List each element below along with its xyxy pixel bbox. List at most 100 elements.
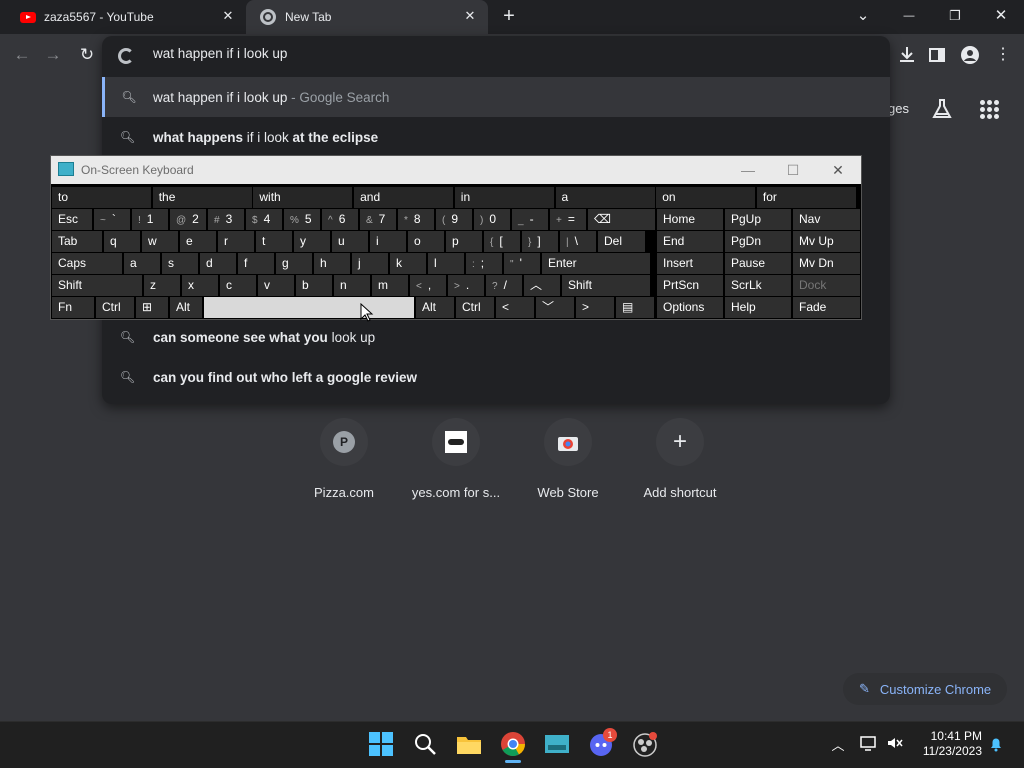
suggestion-item[interactable]: 🔍︎ can someone see what you look up — [102, 317, 890, 357]
osk-key[interactable]: Enter — [542, 253, 650, 274]
osk-key[interactable]: c — [220, 275, 256, 296]
osk-minimize-button[interactable]: — — [733, 158, 763, 182]
notification-bell-icon[interactable] — [988, 736, 1004, 752]
suggestion-item[interactable]: 🔍︎ wat happen if i look up - Google Sear… — [102, 77, 890, 117]
osk-key[interactable]: ? / — [486, 275, 522, 296]
menu-kebab-icon[interactable]: ⋮ — [990, 42, 1016, 68]
osk-key[interactable]: " ' — [504, 253, 540, 274]
osk-key[interactable]: ︿ — [524, 275, 560, 296]
tab-youtube[interactable]: zaza5567 - YouTube ✕ — [0, 0, 246, 34]
minimize-button[interactable]: — — [895, 4, 923, 28]
osk-key[interactable]: ⌫ — [588, 209, 655, 230]
osk-key[interactable]: + = — [550, 209, 586, 230]
osk-prediction-key[interactable]: to — [52, 187, 151, 208]
obs-icon[interactable] — [632, 731, 658, 757]
osk-key[interactable]: Shift — [52, 275, 142, 296]
file-explorer-icon[interactable] — [456, 731, 482, 757]
osk-key[interactable]: x — [182, 275, 218, 296]
osk-key[interactable]: (9 — [436, 209, 472, 230]
side-panel-icon[interactable] — [928, 46, 946, 64]
osk-prediction-key[interactable]: on — [656, 187, 756, 208]
shortcut-yes-com[interactable]: yes.com for s... — [401, 418, 511, 500]
osk-key[interactable]: u — [332, 231, 368, 252]
osk-key[interactable]: % 5 — [284, 209, 320, 230]
osk-key[interactable]: b — [296, 275, 332, 296]
tab-new-tab[interactable]: New Tab ✕ — [246, 0, 488, 34]
osk-key[interactable]: ﹀ — [536, 297, 574, 318]
google-apps-icon[interactable] — [978, 98, 1002, 122]
customize-chrome-button[interactable]: ✎ Customize Chrome — [843, 673, 1007, 705]
osk-title-bar[interactable]: On-Screen Keyboard — ☐ ✕ — [51, 156, 861, 184]
osk-key[interactable]: k — [390, 253, 426, 274]
shortcut-web-store[interactable]: Web Store — [513, 418, 623, 500]
osk-key[interactable]: Shift — [562, 275, 650, 296]
osk-key[interactable]: _ - — [512, 209, 548, 230]
osk-key[interactable]: a — [124, 253, 160, 274]
close-window-button[interactable]: ✕ — [987, 4, 1015, 28]
osk-key[interactable]: >. — [448, 275, 484, 296]
osk-nav-key[interactable]: Pause — [725, 253, 791, 274]
osk-key[interactable]: ⊞ — [136, 297, 168, 318]
windows-start-icon[interactable] — [368, 731, 394, 757]
restore-button[interactable]: ❐ — [941, 4, 969, 28]
osk-key[interactable]: Esc — [52, 209, 92, 230]
osk-key[interactable]: e — [180, 231, 216, 252]
osk-key[interactable]: h — [314, 253, 350, 274]
osk-prediction-key[interactable]: with — [253, 187, 353, 208]
osk-key[interactable]: {[ — [484, 231, 520, 252]
osk-key[interactable]: Ctrl — [456, 297, 494, 318]
osk-key[interactable]: * 8 — [398, 209, 434, 230]
osk-nav-key[interactable]: Mv Dn — [793, 253, 860, 274]
shortcut-pizza[interactable]: P Pizza.com — [289, 418, 399, 500]
osk-key[interactable]: }] — [522, 231, 558, 252]
volume-muted-icon[interactable] — [886, 735, 904, 751]
osk-key[interactable]: ) 0 — [474, 209, 510, 230]
osk-nav-key[interactable]: PgDn — [725, 231, 791, 252]
osk-nav-key[interactable]: Insert — [657, 253, 723, 274]
add-shortcut-button[interactable]: + Add shortcut — [625, 418, 735, 500]
osk-key[interactable]: z — [144, 275, 180, 296]
osk-key[interactable]: ▤ — [616, 297, 654, 318]
tab-close-icon[interactable]: ✕ — [220, 8, 236, 24]
osk-key[interactable]: Del — [598, 231, 645, 252]
osk-key[interactable]: $4 — [246, 209, 282, 230]
osk-prediction-key[interactable]: and — [354, 187, 454, 208]
labs-flask-icon[interactable] — [932, 98, 952, 120]
osk-key[interactable]: q — [104, 231, 140, 252]
profile-icon[interactable] — [960, 45, 980, 65]
osk-key[interactable]: Tab — [52, 231, 102, 252]
osk-nav-key[interactable]: Fade — [793, 297, 860, 318]
osk-spacebar[interactable] — [204, 297, 414, 318]
osk-nav-key[interactable]: PgUp — [725, 209, 791, 230]
osk-key[interactable]: Alt — [170, 297, 202, 318]
osk-close-button[interactable]: ✕ — [823, 158, 853, 182]
osk-key[interactable]: w — [142, 231, 178, 252]
suggestion-item[interactable]: 🔍︎ can you find out who left a google re… — [102, 357, 890, 397]
omnibox-input[interactable]: wat happen if i look up — [153, 46, 287, 61]
osk-key[interactable]: <, — [410, 275, 446, 296]
osk-key[interactable]: m — [372, 275, 408, 296]
suggestion-item[interactable]: 🔍︎ what happens if i look at the eclipse — [102, 117, 890, 157]
osk-key[interactable]: :; — [466, 253, 502, 274]
osk-nav-key[interactable]: Mv Up — [793, 231, 860, 252]
osk-key[interactable]: y — [294, 231, 330, 252]
osk-key[interactable]: ! 1 — [132, 209, 168, 230]
osk-key[interactable]: o — [408, 231, 444, 252]
chevron-up-icon[interactable]: ︿ — [830, 735, 846, 753]
osk-key[interactable]: ~ ` — [94, 209, 130, 230]
osk-nav-key[interactable]: Help — [725, 297, 791, 318]
osk-prediction-key[interactable]: the — [152, 187, 252, 208]
osk-key[interactable]: l — [428, 253, 464, 274]
osk-nav-key[interactable]: ScrLk — [725, 275, 791, 296]
osk-nav-key[interactable]: End — [657, 231, 723, 252]
search-icon[interactable] — [412, 731, 438, 757]
osk-key[interactable]: s — [162, 253, 198, 274]
osk-key[interactable]: d — [200, 253, 236, 274]
osk-nav-key[interactable]: Dock — [793, 275, 860, 296]
osk-key[interactable]: Alt — [416, 297, 454, 318]
tab-close-icon[interactable]: ✕ — [462, 8, 478, 24]
osk-key[interactable]: | \ — [560, 231, 596, 252]
osk-key[interactable]: p — [446, 231, 482, 252]
osk-key[interactable]: > — [576, 297, 614, 318]
osk-key[interactable]: Fn — [52, 297, 94, 318]
